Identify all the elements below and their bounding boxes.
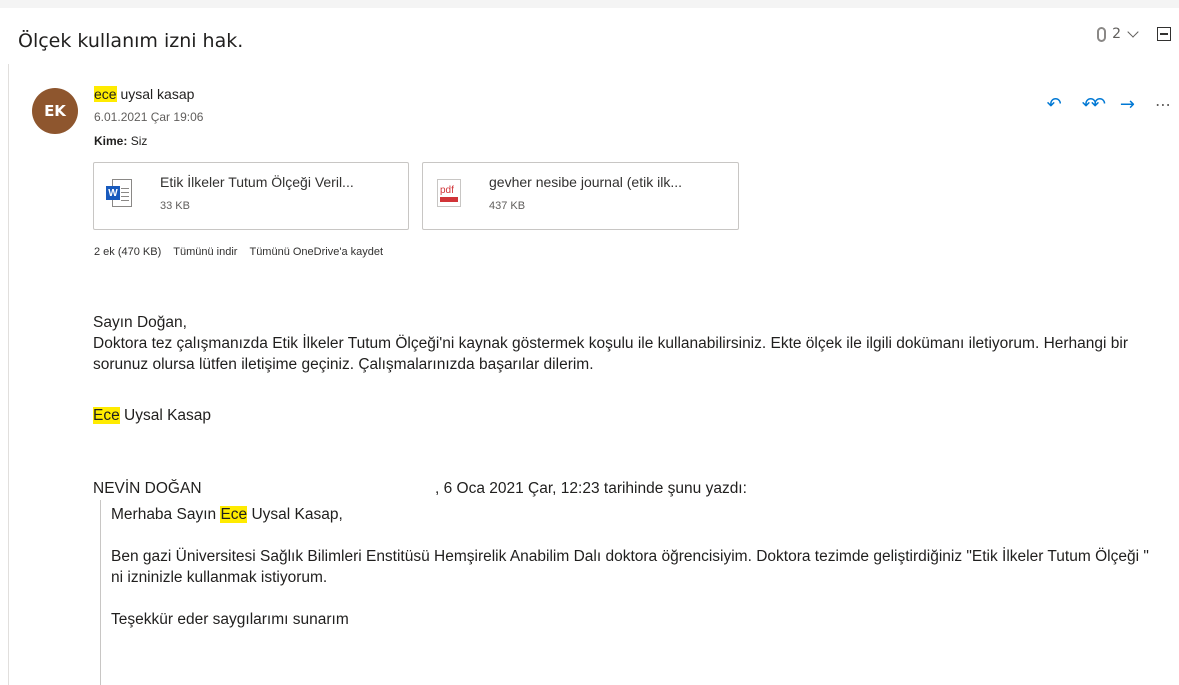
email-subject: Ölçek kullanım izni hak. [18,30,244,52]
avatar-initials: EK [44,102,66,120]
collapse-icon[interactable] [1157,27,1171,41]
signature-rest: Uysal Kasap [119,407,212,424]
avatar[interactable]: EK [32,88,78,134]
attachment-size: 33 KB [160,200,190,212]
top-bar [0,0,1179,8]
pdf-file-icon: pdf [435,179,463,213]
save-onedrive-link[interactable]: Tümünü OneDrive'a kaydet [249,246,383,258]
attachment-name: Etik İlkeler Tutum Ölçeği Veril... [160,174,354,190]
attachment-summary: 2 ek (470 KB) Tümünü indir Tümünü OneDri… [94,246,383,258]
quoted-closing: Teşekkür eder saygılarımı sunarım [111,611,349,628]
attachment-count-size: 2 ek (470 KB) [94,246,162,258]
forward-icon[interactable]: → [1120,96,1135,114]
sender-name-rest: uysal kasap [116,86,195,102]
quoted-date-line: , 6 Oca 2021 Çar, 12:23 tarihinde şunu y… [435,480,747,497]
subject-toolbar: 2 [1097,26,1171,42]
sender-name[interactable]: ece uysal kasap [94,86,194,102]
email-date: 6.01.2021 Çar 19:06 [94,110,204,124]
to-label: Kime: [94,134,128,148]
paperclip-icon [1097,26,1107,42]
quote-rule [100,500,101,685]
attachment-card-pdf[interactable]: pdf gevher nesibe journal (etik ilk... 4… [422,162,739,230]
quoted-paragraph: Ben gazi Üniversitesi Sağlık Bilimleri E… [111,548,1149,586]
attachment-count[interactable]: 2 [1112,26,1121,42]
body-greeting: Sayın Doğan, [93,314,187,331]
message-actions: ↶ ↶↶ → ⋯ [1047,96,1171,114]
signature: Ece Uysal Kasap [93,407,211,425]
word-file-icon: W [106,179,134,213]
email-body: Sayın Doğan, Doktora tez çalışmanızda Et… [93,312,1163,375]
recipient-line: Kime: Siz [94,134,147,148]
more-actions-icon[interactable]: ⋯ [1155,96,1171,114]
attachment-name: gevher nesibe journal (etik ilk... [489,174,682,190]
quoted-greeting: Merhaba Sayın Ece Uysal Kasap, [111,506,343,523]
signature-highlight: Ece [93,407,120,424]
reply-icon[interactable]: ↶ [1047,96,1062,114]
chevron-down-icon[interactable] [1127,26,1139,38]
reply-all-icon[interactable]: ↶↶ [1082,96,1106,114]
quoted-sender-name: NEVİN DOĞAN [93,480,202,497]
quoted-greeting-highlight: Ece [220,506,248,523]
reading-pane-border [8,64,9,685]
to-value: Siz [130,134,148,148]
attachment-card-word[interactable]: W Etik İlkeler Tutum Ölçeği Veril... 33 … [93,162,409,230]
quoted-message: Merhaba Sayın Ece Uysal Kasap, Ben gazi … [111,504,1161,630]
download-all-link[interactable]: Tümünü indir [173,246,237,258]
body-paragraph: Doktora tez çalışmanızda Etik İlkeler Tu… [93,335,1129,373]
attachment-size: 437 KB [489,200,526,212]
sender-name-highlight: ece [94,86,117,102]
